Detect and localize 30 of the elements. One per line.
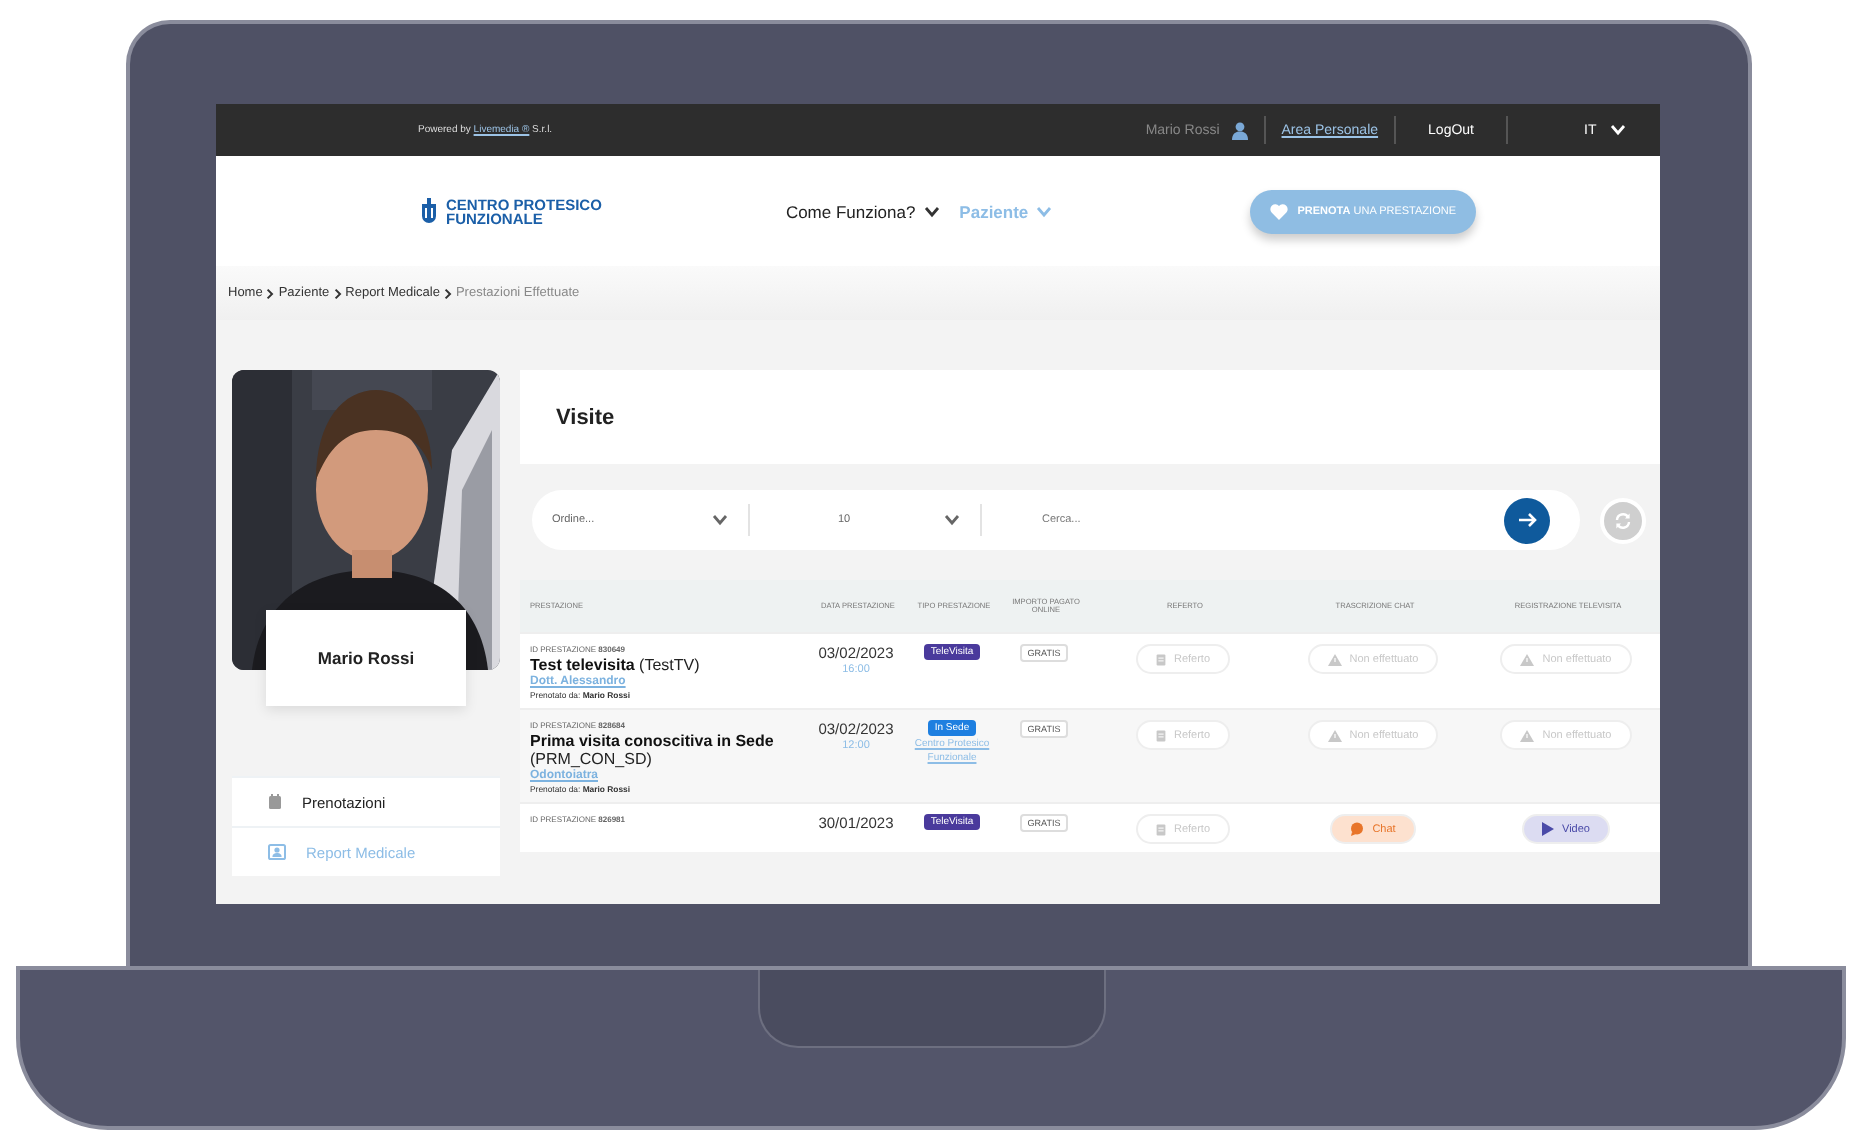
document-icon — [1155, 729, 1166, 741]
arrow-right-icon — [1517, 512, 1537, 528]
heart-icon — [1269, 203, 1288, 219]
id-card-icon — [268, 844, 286, 860]
user-icon — [1231, 121, 1248, 139]
warning-icon — [1327, 653, 1342, 665]
chevron-right-icon — [333, 287, 342, 299]
service-title: Prima visita conoscitiva in Sede (PRM_CON_SD) — [530, 732, 776, 768]
chevron-right-icon — [443, 287, 452, 299]
chevron-down-icon — [923, 205, 940, 217]
refresh-icon — [1614, 511, 1632, 529]
chevron-right-icon — [266, 287, 275, 299]
chat-bubble-icon — [1350, 822, 1365, 836]
chevron-down-icon — [712, 514, 728, 526]
warning-icon — [1520, 653, 1535, 665]
warning-icon — [1327, 729, 1342, 741]
logo-icon — [420, 198, 438, 224]
service-title: Test televisita (TestTV) — [530, 656, 700, 674]
document-icon — [1155, 653, 1166, 665]
document-icon — [1155, 823, 1166, 835]
chevron-down-icon — [1610, 124, 1627, 136]
play-icon — [1542, 822, 1555, 836]
name-card: Mario Rossi — [266, 610, 466, 706]
nav-menu-item[interactable]: Come Funziona? — [785, 201, 940, 221]
chevron-down-icon — [944, 514, 960, 526]
panel-title: Visite — [520, 370, 1660, 464]
calendar-icon — [268, 794, 282, 810]
warning-icon — [1520, 729, 1535, 741]
chevron-down-icon — [1036, 205, 1053, 217]
nav-menu-item[interactable]: Paziente — [959, 201, 1053, 221]
